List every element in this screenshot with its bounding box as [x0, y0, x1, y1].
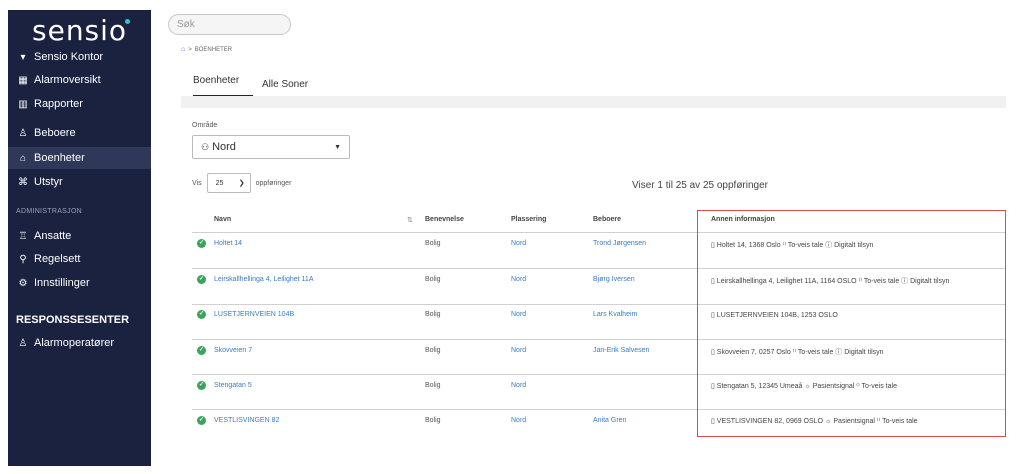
sidebar-item-label: Beboere: [34, 127, 76, 139]
gear-icon: ⚙: [18, 277, 28, 289]
sidebar-item-boenheter[interactable]: ⌂ Boenheter: [8, 147, 151, 169]
tab-bar: Boenheter Alle Soner: [181, 75, 1006, 97]
table-cell-navn[interactable]: Skovveien 7: [214, 347, 252, 354]
area-label: Område: [192, 122, 218, 129]
sort-icon[interactable]: ⇅: [407, 216, 413, 224]
table-cell-plassering[interactable]: Nord: [511, 347, 526, 354]
page-size-suffix: oppføringer: [255, 179, 292, 187]
sidebar-item-alarmoversikt[interactable]: ▦ Alarmoversikt: [8, 69, 151, 91]
table-cell-plassering[interactable]: Nord: [511, 240, 526, 247]
table-cell-benevnelse: Bolig: [425, 240, 441, 247]
caret-down-icon: ▾: [20, 51, 26, 63]
status-ok-icon: ✓: [197, 381, 206, 390]
sidebar: sensio ▾ Sensio Kontor ▦ Alarmoversikt ▥…: [8, 10, 151, 466]
tab-boenheter[interactable]: Boenheter: [193, 75, 253, 97]
devices-icon: ⌘: [18, 176, 28, 188]
caret-down-icon: ▼: [334, 144, 341, 151]
table-cell-plassering[interactable]: Nord: [511, 417, 526, 424]
column-header-plassering[interactable]: Plassering: [511, 216, 546, 223]
table-cell-navn[interactable]: Holtet 14: [214, 240, 242, 247]
sidebar-item-innstillinger[interactable]: ⚙ Innstillinger: [8, 272, 151, 294]
page-size-row: Vis 25 ❯ oppføringer: [192, 173, 291, 193]
results-summary: Viser 1 til 25 av 25 oppføringer: [632, 180, 769, 191]
column-header-navn[interactable]: Navn: [214, 216, 231, 223]
sidebar-item-ansatte[interactable]: ♖ Ansatte: [8, 225, 151, 247]
sidebar-section-admin: ADMINISTRASJON: [16, 208, 83, 215]
page-size-value: 25: [215, 179, 224, 187]
sidebar-item-label: Rapporter: [34, 98, 83, 110]
breadcrumb: ⌂ > BOENHETER: [181, 46, 232, 53]
sidebar-section-response: RESPONSSESENTER: [16, 314, 130, 326]
table-cell-beboere[interactable]: Jan-Erik Salvesen: [593, 347, 649, 354]
area-select[interactable]: ⚇ Nord ▼: [192, 135, 350, 159]
column-header-beboere[interactable]: Beboere: [593, 216, 621, 223]
sidebar-org-selector[interactable]: ▾ Sensio Kontor: [8, 46, 151, 68]
user-icon: ♙: [18, 127, 28, 139]
home-icon: ⌂: [19, 152, 27, 164]
tab-divider: [181, 96, 1006, 108]
table-cell-benevnelse: Bolig: [425, 347, 441, 354]
breadcrumb-separator: >: [188, 46, 192, 53]
sidebar-item-utstyr[interactable]: ⌘ Utstyr: [8, 171, 151, 193]
table-cell-beboere[interactable]: Bjørg Iversen: [593, 276, 635, 283]
hierarchy-icon: ⚇: [201, 141, 210, 152]
rules-icon: ⚲: [19, 253, 27, 265]
status-ok-icon: ✓: [197, 416, 206, 425]
table-cell-benevnelse: Bolig: [425, 311, 441, 318]
table-cell-navn[interactable]: Stengatan 5: [214, 382, 252, 389]
table-cell-beboere[interactable]: Anita Gren: [593, 417, 626, 424]
home-icon[interactable]: ⌂: [181, 46, 185, 53]
sensio-logo[interactable]: sensio: [32, 14, 127, 47]
sidebar-item-label: Alarmoperatører: [34, 337, 115, 349]
sidebar-item-alarmoperatorer[interactable]: ♙ Alarmoperatører: [8, 332, 151, 354]
table-cell-benevnelse: Bolig: [425, 382, 441, 389]
staff-icon: ♖: [18, 230, 28, 242]
area-select-value: Nord: [212, 141, 236, 153]
table-cell-plassering[interactable]: Nord: [511, 382, 526, 389]
page-size-label: Vis: [192, 179, 202, 187]
sidebar-item-label: Regelsett: [34, 253, 81, 265]
highlight-box: [697, 210, 1006, 437]
status-ok-icon: ✓: [197, 310, 206, 319]
sidebar-item-label: Boenheter: [34, 152, 85, 164]
page-size-select[interactable]: 25 ❯: [206, 173, 251, 193]
table-cell-plassering[interactable]: Nord: [511, 311, 526, 318]
table-cell-beboere[interactable]: Lars Kvalheim: [593, 311, 637, 318]
status-ok-icon: ✓: [197, 275, 206, 284]
sidebar-item-regelsett[interactable]: ⚲ Regelsett: [8, 248, 151, 270]
table-cell-beboere[interactable]: Trond Jørgensen: [593, 240, 646, 247]
table-cell-benevnelse: Bolig: [425, 417, 441, 424]
sidebar-item-label: Ansatte: [34, 230, 72, 242]
column-header-benevnelse[interactable]: Benevnelse: [425, 216, 464, 223]
sidebar-item-rapporter[interactable]: ▥ Rapporter: [8, 93, 151, 115]
status-ok-icon: ✓: [197, 239, 206, 248]
sidebar-item-label: Alarmoversikt: [34, 74, 101, 86]
grid-icon: ▦: [18, 74, 28, 86]
sidebar-item-label: Innstillinger: [34, 277, 90, 289]
sidebar-item-label: Utstyr: [34, 176, 63, 188]
table-cell-navn[interactable]: Leirskallhellinga 4, Leilighet 11A: [214, 276, 314, 283]
table-cell-plassering[interactable]: Nord: [511, 276, 526, 283]
search-input[interactable]: Søk: [168, 14, 291, 35]
sidebar-item-beboere[interactable]: ♙ Beboere: [8, 122, 151, 144]
breadcrumb-current: BOENHETER: [194, 46, 233, 53]
table-cell-benevnelse: Bolig: [425, 276, 441, 283]
table-cell-navn[interactable]: LUSETJERNVEIEN 104B: [214, 311, 294, 318]
chevron-down-icon: ❯: [238, 180, 245, 187]
table-cell-navn[interactable]: VESTLISVINGEN 82: [214, 417, 279, 424]
logo-dot: [125, 19, 130, 24]
chart-icon: ▥: [18, 98, 28, 110]
status-ok-icon: ✓: [197, 346, 206, 355]
operator-icon: ♙: [18, 337, 28, 349]
sidebar-org-label: Sensio Kontor: [34, 51, 104, 63]
